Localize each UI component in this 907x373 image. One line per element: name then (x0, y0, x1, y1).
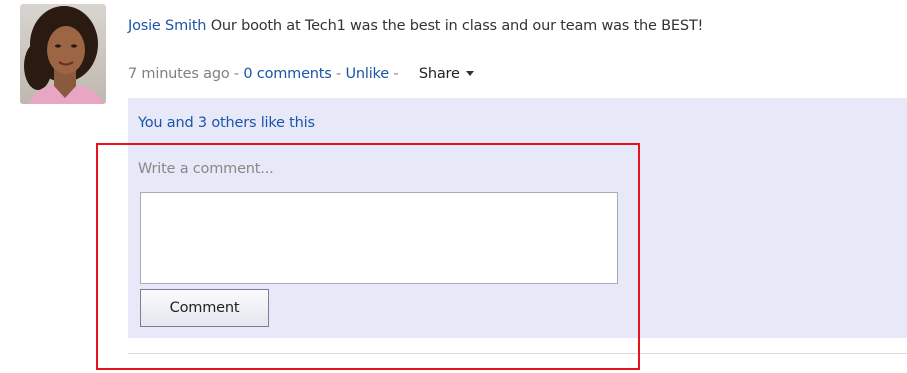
comment-input[interactable] (140, 192, 618, 284)
comment-prompt: Write a comment... (138, 161, 274, 177)
meta-separator: - (388, 66, 403, 82)
post-meta: 7 minutes ago - 0 comments - Unlike - Sh… (128, 66, 474, 82)
likes-summary-link[interactable]: You and 3 others like this (138, 115, 315, 131)
share-label: Share (418, 66, 460, 82)
feed-post: Josie Smith Our booth at Tech1 was the b… (0, 0, 907, 373)
likes-comment-panel: You and 3 others like this Write a comme… (128, 98, 907, 338)
divider (128, 353, 907, 354)
meta-separator: - (331, 66, 346, 82)
author-link[interactable]: Josie Smith (128, 18, 206, 34)
timestamp: 7 minutes ago (128, 66, 230, 82)
chevron-down-icon (465, 70, 474, 76)
comment-button[interactable]: Comment (140, 289, 269, 327)
post-message: Our booth at Tech1 was the best in class… (206, 18, 704, 34)
meta-separator: - (229, 66, 244, 82)
share-menu-button[interactable]: Share (419, 66, 474, 82)
comments-link[interactable]: 0 comments (243, 66, 331, 82)
profile-photo (20, 4, 106, 104)
avatar[interactable] (20, 4, 106, 104)
post-text: Josie Smith Our booth at Tech1 was the b… (128, 18, 703, 34)
unlike-link[interactable]: Unlike (346, 66, 390, 82)
